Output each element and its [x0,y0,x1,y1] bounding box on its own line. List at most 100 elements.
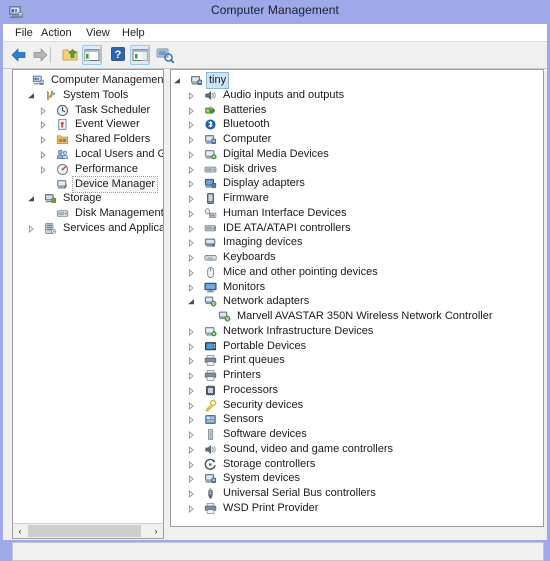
tree-item[interactable]: Audio inputs and outputs [185,88,543,103]
chevron-right-icon[interactable] [187,180,195,189]
chevron-right-icon[interactable] [187,357,195,366]
chevron-right-icon[interactable] [187,136,195,144]
tree-item[interactable]: Event Viewer [37,117,163,132]
tree-item[interactable]: Software devices [185,427,543,442]
chevron-right-icon[interactable] [187,460,195,469]
chevron-right-icon[interactable] [187,372,195,380]
chevron-right-icon[interactable] [187,283,195,292]
tree-item[interactable]: System Tools [25,88,163,103]
chevron-right-icon[interactable] [187,475,195,484]
chevron-right-icon[interactable] [39,151,47,159]
tree-item[interactable]: Network Infrastructure Devices [185,324,543,339]
console-tree-pane[interactable]: Computer Management (Local System Tools Ta… [12,69,164,539]
scroll-right-button[interactable]: › [149,524,163,538]
device-manager-pane[interactable]: tiny Audio inputs and outputs Batteries Blu… [170,69,544,527]
chevron-down-icon[interactable] [173,77,181,85]
chevron-right-icon[interactable] [187,106,195,115]
chevron-right-icon[interactable] [187,254,195,262]
tree-item[interactable]: Imaging devices [185,235,543,250]
tree-item[interactable]: Disk drives [185,162,543,177]
chevron-right-icon[interactable] [187,490,195,498]
chevron-right-icon[interactable] [187,386,195,395]
chevron-down-icon[interactable] [187,298,195,306]
tree-item[interactable]: Computer [185,132,543,147]
scan-hardware-changes-button[interactable] [155,45,175,65]
chevron-right-icon[interactable] [187,195,195,203]
tree-item[interactable]: Network adapters [185,294,543,309]
tree-item-label: Disk Management [75,207,164,220]
tree-item[interactable]: Universal Serial Bus controllers [185,486,543,501]
tree-item[interactable]: Security devices [185,398,543,413]
show-hide-action-pane-button[interactable] [130,45,150,65]
chevron-right-icon[interactable] [39,121,47,130]
tree-item[interactable]: Portable Devices [185,339,543,354]
chevron-right-icon[interactable] [39,106,47,115]
tree-item[interactable]: Local Users and Groups [37,147,163,162]
chevron-right-icon[interactable] [187,224,195,233]
tree-item[interactable]: Batteries [185,103,543,118]
tree-item[interactable]: Printers [185,368,543,383]
up-one-level-button[interactable] [60,45,80,65]
chevron-right-icon[interactable] [187,209,195,218]
tree-item[interactable]: Storage controllers [185,457,543,472]
tree-item[interactable]: WSD Print Provider [185,501,543,516]
menu-action[interactable]: Action [36,26,77,40]
tree-item[interactable]: Shared Folders [37,132,163,147]
chevron-right-icon[interactable] [39,136,47,145]
forward-button[interactable] [30,45,50,65]
tree-item[interactable]: Storage [25,191,163,206]
chevron-right-icon[interactable] [187,416,195,425]
tree-item[interactable]: Digital Media Devices [185,147,543,162]
tree-item-label: Services and Applications [63,222,163,234]
tree-item[interactable]: tiny [171,72,543,89]
tree-item[interactable]: Performance [37,162,163,177]
tree-item[interactable]: Firmware [185,191,543,206]
menu-view[interactable]: View [81,26,115,40]
tree-item[interactable]: Display adapters [185,176,543,191]
back-button[interactable] [9,45,29,65]
scroll-thumb[interactable] [28,525,141,537]
chevron-right-icon[interactable] [187,445,195,454]
tree-item-label: Batteries [223,103,267,116]
tree-item[interactable]: Task Scheduler [37,103,163,118]
tree-item[interactable]: Keyboards [185,250,543,265]
chevron-right-icon[interactable] [187,121,195,130]
chevron-down-icon[interactable] [27,195,35,203]
console-tree-horizontal-scrollbar[interactable]: ‹ › [13,523,163,538]
hid-icon [204,207,217,220]
tree-item[interactable]: Bluetooth [185,117,543,132]
tree-item[interactable]: IDE ATA/ATAPI controllers [185,221,543,236]
scroll-left-button[interactable]: ‹ [13,524,27,538]
chevron-right-icon[interactable] [187,91,195,100]
chevron-right-icon[interactable] [187,239,195,248]
tree-item[interactable]: Human Interface Devices [185,206,543,221]
chevron-right-icon[interactable] [187,327,195,336]
tree-item[interactable]: Sensors [185,412,543,427]
tree-item[interactable]: Monitors [185,280,543,295]
menu-help[interactable]: Help [117,26,150,40]
menu-file[interactable]: File [10,26,38,40]
chevron-right-icon[interactable] [187,431,195,439]
tree-item[interactable]: Disk Management [37,206,163,221]
tree-item[interactable]: Device Manager [37,175,163,193]
tree-item[interactable]: Print queues [185,353,543,368]
chevron-right-icon[interactable] [187,504,195,513]
chevron-right-icon[interactable] [39,165,47,174]
tree-item[interactable]: Marvell AVASTAR 350N Wireless Network Co… [199,309,543,324]
chevron-right-icon[interactable] [187,342,195,351]
chevron-down-icon[interactable] [27,92,35,100]
chevron-right-icon[interactable] [187,401,195,410]
help-button[interactable]: ? [109,45,129,65]
tree-item[interactable]: Computer Management (Local [13,73,163,88]
tree-item[interactable]: Services and Applications [25,221,163,236]
tree-item[interactable]: Processors [185,383,543,398]
chevron-right-icon[interactable] [187,165,195,174]
tree-item[interactable]: Sound, video and game controllers [185,442,543,457]
chevron-right-icon[interactable] [187,150,195,159]
title-bar[interactable]: Computer Management [0,0,550,24]
tree-item[interactable]: Mice and other pointing devices [185,265,543,280]
chevron-right-icon[interactable] [187,268,195,277]
tree-item[interactable]: System devices [185,471,543,486]
chevron-right-icon[interactable] [27,225,35,233]
show-hide-console-tree-button[interactable] [82,45,102,65]
